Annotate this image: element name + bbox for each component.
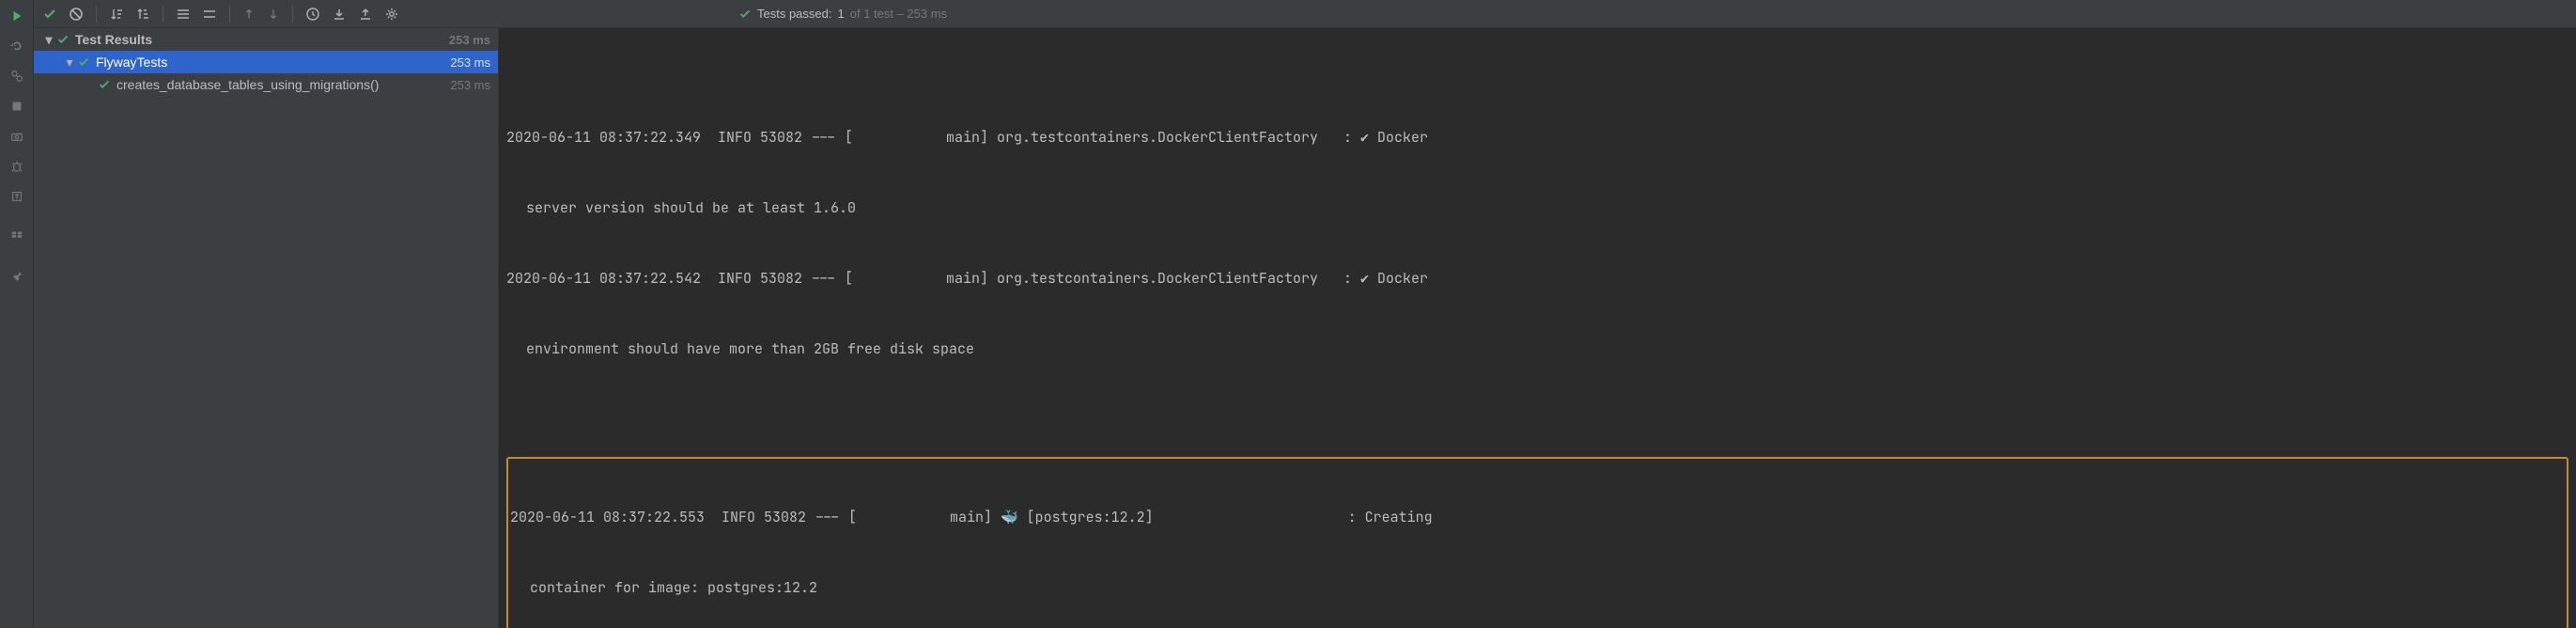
log-line: container for image: postgres:12.2: [510, 576, 2565, 600]
prev-failed-icon[interactable]: [240, 4, 258, 24]
status-count: 1: [838, 7, 845, 21]
sort-up-icon[interactable]: [132, 4, 153, 24]
next-failed-icon[interactable]: [264, 4, 283, 24]
tree-root-label: Test Results: [75, 32, 449, 47]
check-icon: [56, 33, 70, 46]
tree-root[interactable]: ▾ Test Results 253 ms: [34, 28, 498, 51]
chevron-down-icon[interactable]: ▾: [62, 55, 77, 71]
log-line: 2020-06-11 08:37:22.542 INFO 53082 --- […: [506, 267, 2568, 290]
status-suffix: of 1 test – 253 ms: [850, 7, 947, 21]
export-results-icon[interactable]: [355, 4, 376, 24]
collapse-all-icon[interactable]: [199, 4, 220, 24]
test-status-bar: Tests passed: 1 of 1 test – 253 ms: [738, 7, 947, 21]
filter-ignored-button[interactable]: [66, 4, 86, 24]
check-icon: [738, 8, 752, 21]
filter-passed-button[interactable]: [39, 4, 60, 24]
check-icon: [77, 55, 90, 69]
left-icon-strip: [0, 0, 34, 628]
layout-icon[interactable]: [8, 228, 25, 244]
log-line: server version should be at least 1.6.0: [506, 196, 2568, 220]
stop-icon[interactable]: [8, 98, 25, 115]
test-tree[interactable]: ▾ Test Results 253 ms ▾ FlywayTests 253 …: [34, 28, 499, 628]
tree-root-duration: 253 ms: [449, 33, 490, 47]
import-results-icon[interactable]: [329, 4, 349, 24]
history-icon[interactable]: [303, 4, 323, 24]
toggle-icon[interactable]: [8, 68, 25, 85]
bug-icon[interactable]: [8, 158, 25, 175]
rerun-icon[interactable]: [8, 38, 25, 55]
tree-suite-duration: 253 ms: [450, 55, 490, 70]
tree-test[interactable]: creates_database_tables_using_migrations…: [34, 73, 498, 96]
run-icon[interactable]: [8, 8, 25, 24]
status-prefix: Tests passed:: [757, 7, 832, 21]
settings-icon[interactable]: [381, 4, 402, 24]
tree-suite[interactable]: ▾ FlywayTests 253 ms: [34, 51, 498, 73]
sort-down-icon[interactable]: [106, 4, 127, 24]
test-toolbar: Tests passed: 1 of 1 test – 253 ms: [34, 0, 2576, 28]
log-line: 2020-06-11 08:37:22.349 INFO 53082 --- […: [506, 126, 2568, 149]
log-line: environment should have more than 2GB fr…: [506, 338, 2568, 361]
expand-all-icon[interactable]: [173, 4, 194, 24]
log-line: 2020-06-11 08:37:22.553 INFO 53082 --- […: [510, 506, 2565, 529]
check-icon: [98, 78, 111, 91]
export-icon[interactable]: [8, 188, 25, 205]
tree-test-duration: 253 ms: [450, 78, 490, 92]
tree-test-label: creates_database_tables_using_migrations…: [116, 77, 450, 92]
tree-suite-label: FlywayTests: [96, 55, 450, 70]
console-pre: 2020-06-11 08:37:22.349 INFO 53082 --- […: [506, 79, 2568, 408]
highlighted-log-block: 2020-06-11 08:37:22.553 INFO 53082 --- […: [506, 457, 2568, 628]
pin-icon[interactable]: [8, 267, 25, 284]
console-output[interactable]: 2020-06-11 08:37:22.349 INFO 53082 --- […: [499, 28, 2576, 628]
camera-icon[interactable]: [8, 128, 25, 145]
chevron-down-icon[interactable]: ▾: [41, 32, 56, 48]
